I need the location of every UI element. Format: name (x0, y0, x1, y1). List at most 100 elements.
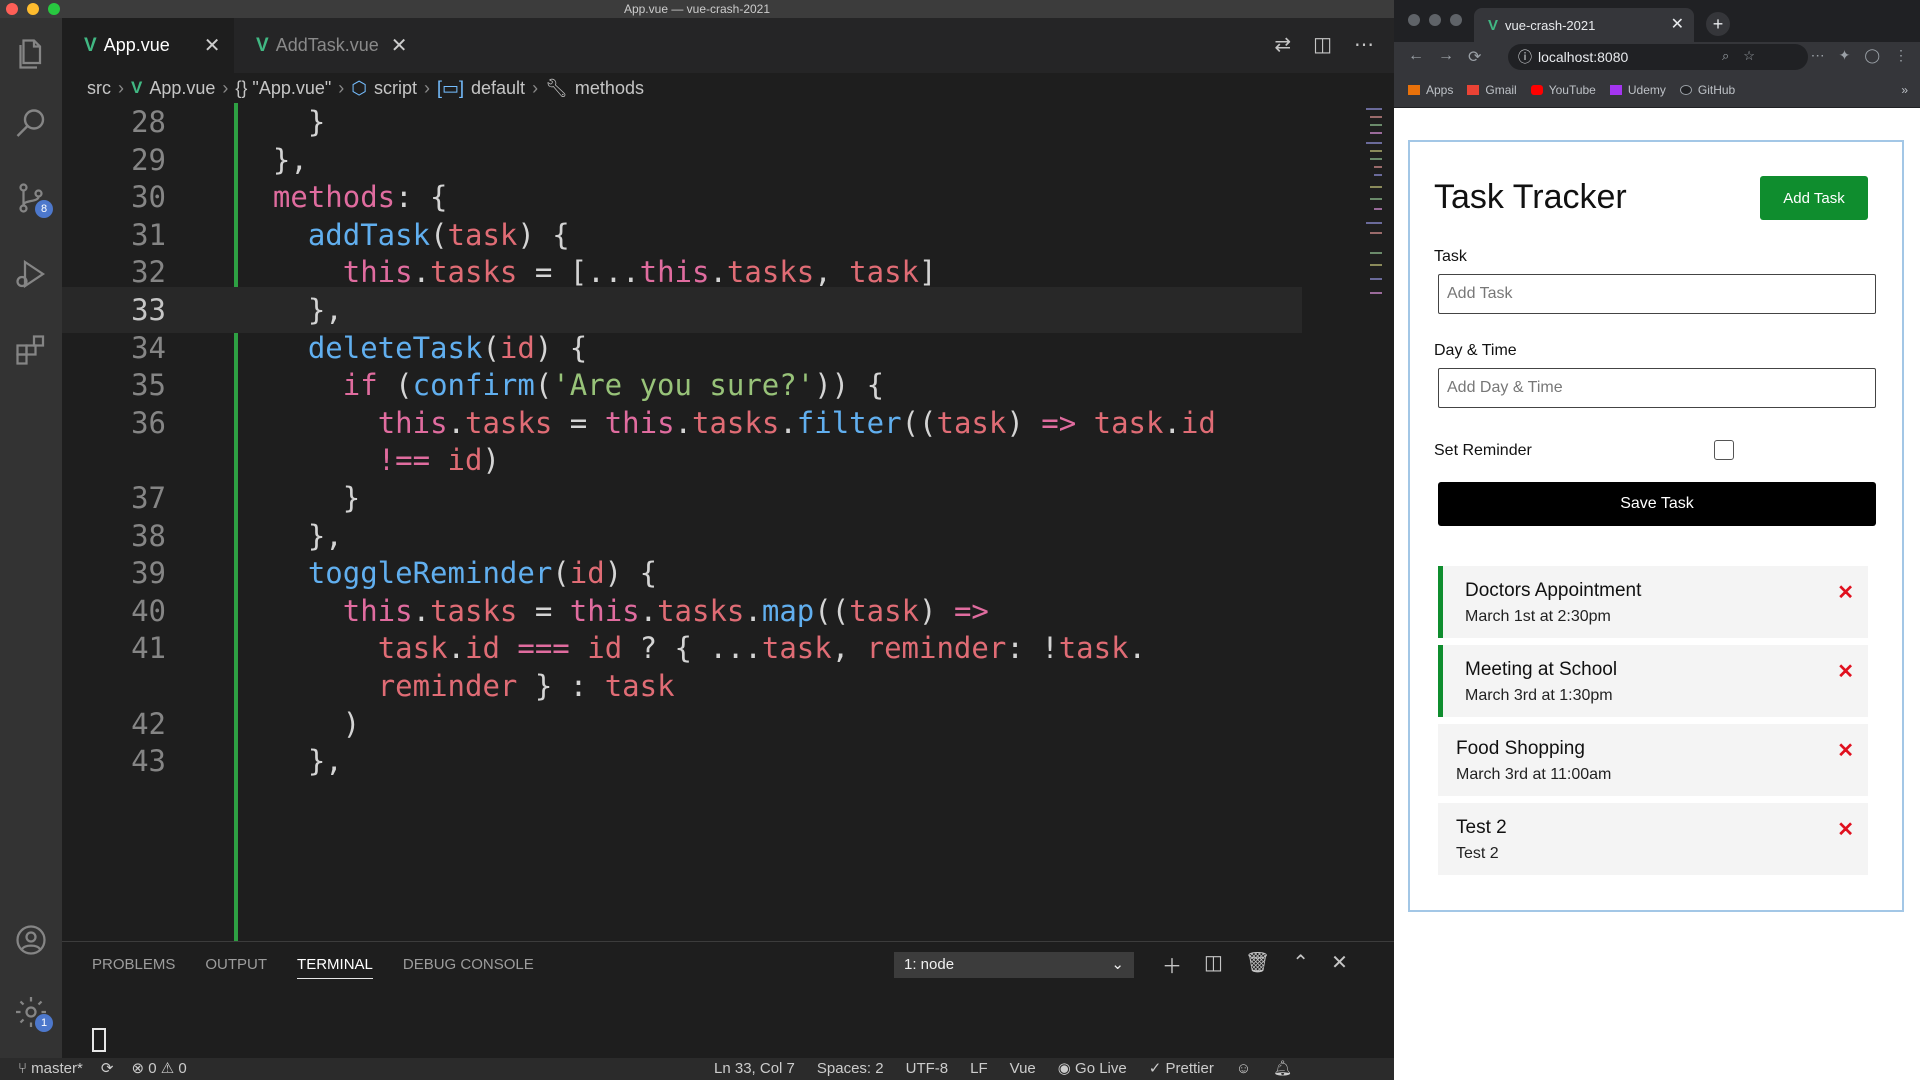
forward-arrow-icon[interactable]: → (1438, 47, 1454, 67)
breadcrumb-item[interactable]: methods (575, 78, 644, 99)
indentation[interactable]: Spaces: 2 (817, 1058, 884, 1080)
tab-debug-console[interactable]: DEBUG CONSOLE (403, 956, 534, 979)
new-tab-button[interactable]: + (1706, 12, 1730, 36)
extensions-icon[interactable] (13, 332, 49, 368)
close-tab-icon[interactable]: ✕ (391, 33, 408, 58)
breadcrumb-item[interactable]: script (374, 78, 417, 99)
task-item[interactable]: Doctors Appointment March 1st at 2:30pm … (1438, 566, 1868, 638)
info-icon[interactable]: ⓘ (1518, 44, 1532, 70)
save-task-button[interactable]: Save Task (1438, 482, 1876, 526)
task-name: Food Shopping (1456, 738, 1585, 759)
day-time-input[interactable]: Add Day & Time (1438, 368, 1876, 408)
bookmark-udemy[interactable]: Udemy (1609, 83, 1666, 97)
tab-problems[interactable]: PROBLEMS (92, 956, 175, 979)
breadcrumb-item[interactable]: src (87, 78, 111, 99)
tab-output[interactable]: OUTPUT (205, 956, 267, 979)
more-actions-icon[interactable]: ⋯ (1354, 32, 1374, 57)
tab-app-vue[interactable]: V App.vue ✕ (62, 18, 234, 73)
delete-x-icon[interactable]: ✕ (1837, 738, 1854, 763)
task-item[interactable]: Test 2 Test 2 ✕ (1438, 803, 1868, 875)
add-task-button[interactable]: Add Task (1760, 176, 1868, 220)
address-bar[interactable]: ⓘ localhost:8080 (1508, 44, 1808, 70)
delete-x-icon[interactable]: ✕ (1837, 817, 1854, 842)
browser-menu-icon[interactable]: ⋮ (1894, 47, 1908, 64)
delete-x-icon[interactable]: ✕ (1837, 659, 1854, 684)
browser-window-controls (1408, 14, 1462, 26)
minimize-window-button[interactable] (27, 3, 39, 15)
go-live-label: Go Live (1075, 1060, 1127, 1077)
compare-changes-icon[interactable]: ⇄ (1274, 32, 1291, 57)
minimap[interactable] (1362, 103, 1382, 353)
cursor-position[interactable]: Ln 33, Col 7 (714, 1058, 795, 1080)
trash-icon[interactable]: 🗑︎ (1245, 950, 1270, 979)
split-terminal-icon[interactable]: ◫ (1204, 950, 1223, 979)
breadcrumb-item[interactable]: {} "App.vue" (235, 78, 331, 99)
task-name: Doctors Appointment (1465, 580, 1642, 601)
extension-icon[interactable]: ⋯ (1811, 47, 1825, 64)
account-icon[interactable] (13, 922, 49, 958)
bookmark-github[interactable]: GitHub (1679, 83, 1735, 97)
feedback-icon[interactable]: ☺ (1236, 1058, 1251, 1080)
explorer-icon[interactable] (13, 36, 49, 72)
tab-terminal[interactable]: TERMINAL (297, 956, 373, 979)
code-editor[interactable]: 28 } 29 }, 30 methods: {31 addTask(task) {… (62, 103, 1382, 941)
puzzle-icon[interactable]: ✦ (1839, 47, 1851, 64)
back-arrow-icon[interactable]: ← (1408, 47, 1424, 67)
chevron-up-icon[interactable]: ⌃ (1292, 950, 1309, 979)
code-line[interactable]: 43 }, (62, 738, 1302, 784)
encoding[interactable]: UTF-8 (906, 1058, 949, 1080)
star-icon[interactable]: ☆ (1743, 48, 1755, 64)
task-label: Task (1434, 248, 1467, 265)
settings-gear-icon[interactable]: 1 (13, 994, 53, 1032)
delete-x-icon[interactable]: ✕ (1837, 580, 1854, 605)
close-tab-icon[interactable]: ✕ (204, 33, 221, 58)
reload-icon[interactable]: ⟳ (1468, 47, 1481, 67)
panel-actions: ＋ ◫ 🗑︎ ⌃ ✕ (1162, 950, 1348, 979)
new-terminal-icon[interactable]: ＋ (1162, 950, 1182, 979)
run-debug-icon[interactable] (13, 256, 49, 292)
bookmarks-overflow-icon[interactable]: » (1901, 83, 1908, 97)
close-panel-icon[interactable]: ✕ (1331, 950, 1348, 979)
page-title: Task Tracker (1434, 178, 1627, 216)
language-mode[interactable]: Vue (1010, 1058, 1036, 1080)
chevron-right-icon: › (118, 77, 124, 98)
browser-tab[interactable]: V vue-crash-2021 ✕ (1474, 8, 1694, 42)
close-window-button[interactable] (6, 3, 18, 15)
zoom-window-button[interactable] (48, 3, 60, 15)
git-branch[interactable]: ⑂ master* (18, 1058, 83, 1080)
search-icon[interactable] (13, 106, 49, 142)
reminder-checkbox[interactable] (1714, 440, 1734, 460)
close-tab-icon[interactable]: ✕ (1671, 14, 1684, 34)
prettier-label: Prettier (1165, 1060, 1214, 1077)
bookmark-youtube[interactable]: YouTube (1530, 83, 1596, 97)
prettier-status[interactable]: ✓ Prettier (1149, 1058, 1214, 1080)
profile-icon[interactable]: ◯ (1864, 47, 1880, 64)
window-titlebar: App.vue — vue-crash-2021 (0, 0, 1394, 18)
terminal-select[interactable]: 1: node ⌄ (894, 952, 1134, 978)
problems-status[interactable]: ⊗ 0 ⚠ 0 (131, 1058, 186, 1080)
status-bar: ⑂ master* ⟳ ⊗ 0 ⚠ 0 Ln 33, Col 7 Spaces:… (0, 1058, 1394, 1080)
task-input[interactable]: Add Task (1438, 274, 1876, 314)
url-text: localhost:8080 (1538, 49, 1629, 65)
end-of-line[interactable]: LF (970, 1058, 988, 1080)
browser-window: V vue-crash-2021 ✕ + ← → ⟳ ⓘ localhost:8… (1394, 0, 1920, 1080)
task-item[interactable]: Food Shopping March 3rd at 11:00am ✕ (1438, 724, 1868, 796)
go-live-button[interactable]: ◉ Go Live (1058, 1058, 1127, 1080)
minimize-window-button[interactable] (1429, 14, 1441, 26)
split-editor-icon[interactable]: ◫ (1313, 32, 1332, 57)
task-item[interactable]: Meeting at School March 3rd at 1:30pm ✕ (1438, 645, 1868, 717)
breadcrumb-item[interactable]: default (471, 78, 525, 99)
terminal-cursor (92, 1028, 106, 1052)
bookmark-apps[interactable]: Apps (1408, 83, 1453, 97)
bookmark-gmail[interactable]: Gmail (1467, 83, 1517, 97)
breadcrumb-item[interactable]: App.vue (149, 78, 215, 99)
sync-icon[interactable]: ⟳ (101, 1058, 114, 1080)
settings-badge: 1 (35, 1014, 53, 1032)
zoom-window-button[interactable] (1450, 14, 1462, 26)
tab-addtask-vue[interactable]: V AddTask.vue ✕ (234, 18, 408, 73)
source-control-icon[interactable]: 8 (13, 180, 53, 218)
close-window-button[interactable] (1408, 14, 1420, 26)
browser-tab-title: vue-crash-2021 (1505, 17, 1596, 33)
bell-icon[interactable]: 🔔︎ (1273, 1058, 1292, 1080)
zoom-icon[interactable]: ⌕ (1722, 48, 1729, 64)
